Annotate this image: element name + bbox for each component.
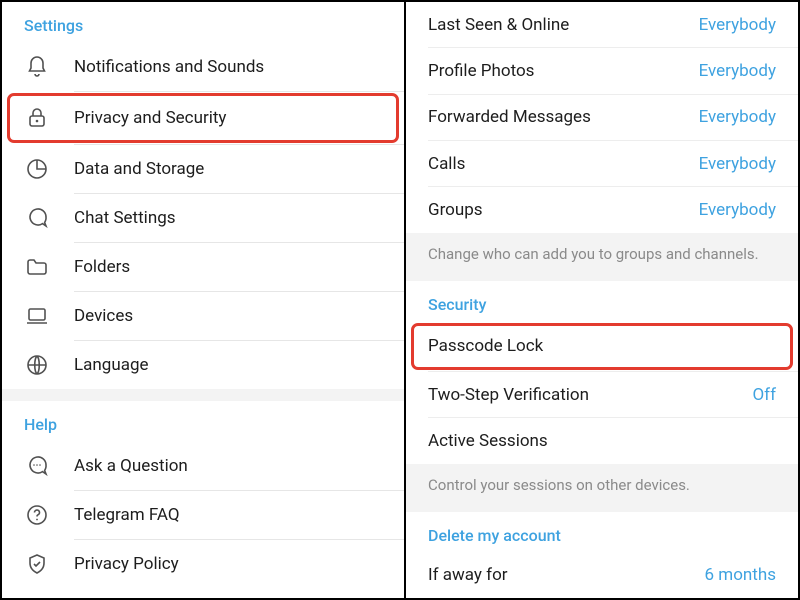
row-label: Profile Photos xyxy=(428,61,699,81)
privacy-security-panel: Last Seen & Online Everybody Profile Pho… xyxy=(406,2,798,598)
privacy-item-profile-photos[interactable]: Profile Photos Everybody xyxy=(406,48,798,93)
sidebar-item-label: Folders xyxy=(74,257,382,277)
folder-icon xyxy=(24,254,50,280)
sidebar-item-devices[interactable]: Devices xyxy=(2,292,404,340)
section-gap xyxy=(2,389,404,401)
row-label: If away for xyxy=(428,565,705,585)
globe-icon xyxy=(24,352,50,378)
sidebar-item-label: Privacy and Security xyxy=(74,108,376,128)
sidebar-item-notifications[interactable]: Notifications and Sounds xyxy=(2,43,404,91)
row-value: Everybody xyxy=(699,61,776,81)
privacy-item-groups[interactable]: Groups Everybody xyxy=(406,187,798,232)
privacy-footer-note: Change who can add you to groups and cha… xyxy=(406,233,798,281)
security-item-active-sessions[interactable]: Active Sessions xyxy=(406,418,798,463)
sidebar-item-label: Notifications and Sounds xyxy=(74,57,382,77)
row-value: 6 months xyxy=(705,565,776,585)
row-value: Everybody xyxy=(699,107,776,127)
row-label: Active Sessions xyxy=(428,431,776,451)
pie-chart-icon xyxy=(24,156,50,182)
chat-bubble-icon xyxy=(24,205,50,231)
question-circle-icon xyxy=(24,502,50,528)
sidebar-item-label: Ask a Question xyxy=(74,456,382,476)
sidebar-item-faq[interactable]: Telegram FAQ xyxy=(2,491,404,539)
sidebar-item-label: Language xyxy=(74,355,382,375)
sidebar-item-folders[interactable]: Folders xyxy=(2,243,404,291)
chat-question-icon xyxy=(24,453,50,479)
row-value: Everybody xyxy=(699,15,776,35)
settings-header: Settings xyxy=(2,2,404,43)
security-item-two-step[interactable]: Two-Step Verification Off xyxy=(406,372,798,417)
row-label: Calls xyxy=(428,154,699,174)
sidebar-item-language[interactable]: Language xyxy=(2,341,404,389)
sidebar-item-data-storage[interactable]: Data and Storage xyxy=(2,145,404,193)
sidebar-item-label: Privacy Policy xyxy=(74,554,382,574)
security-item-passcode-lock[interactable]: Passcode Lock xyxy=(412,324,792,369)
sidebar-item-chat-settings[interactable]: Chat Settings xyxy=(2,194,404,242)
security-footer-note: Control your sessions on other devices. xyxy=(406,464,798,512)
privacy-item-calls[interactable]: Calls Everybody xyxy=(406,141,798,186)
privacy-item-forwarded[interactable]: Forwarded Messages Everybody xyxy=(406,95,798,140)
sidebar-item-ask-question[interactable]: Ask a Question xyxy=(2,442,404,490)
shield-check-icon xyxy=(24,551,50,577)
sidebar-item-label: Chat Settings xyxy=(74,208,382,228)
row-label: Groups xyxy=(428,200,699,220)
sidebar-item-label: Data and Storage xyxy=(74,159,382,179)
lock-icon xyxy=(24,105,50,131)
sidebar-item-label: Devices xyxy=(74,306,382,326)
row-label: Forwarded Messages xyxy=(428,107,699,127)
row-value: Everybody xyxy=(699,200,776,220)
sidebar-item-privacy-policy[interactable]: Privacy Policy xyxy=(2,540,404,588)
delete-item-if-away[interactable]: If away for 6 months xyxy=(406,553,798,598)
row-value: Off xyxy=(752,385,776,405)
privacy-item-last-seen[interactable]: Last Seen & Online Everybody xyxy=(406,2,798,47)
row-label: Last Seen & Online xyxy=(428,15,699,35)
row-label: Passcode Lock xyxy=(428,336,770,356)
sidebar-item-privacy-security[interactable]: Privacy and Security xyxy=(8,94,398,142)
laptop-icon xyxy=(24,303,50,329)
help-header: Help xyxy=(2,401,404,442)
row-value: Everybody xyxy=(699,154,776,174)
bell-icon xyxy=(24,54,50,80)
divider xyxy=(74,91,404,92)
delete-account-header: Delete my account xyxy=(406,512,798,553)
row-label: Two-Step Verification xyxy=(428,385,752,405)
sidebar-item-label: Telegram FAQ xyxy=(74,505,382,525)
settings-sidebar: Settings Notifications and Sounds Privac… xyxy=(2,2,406,598)
security-header: Security xyxy=(406,281,798,322)
